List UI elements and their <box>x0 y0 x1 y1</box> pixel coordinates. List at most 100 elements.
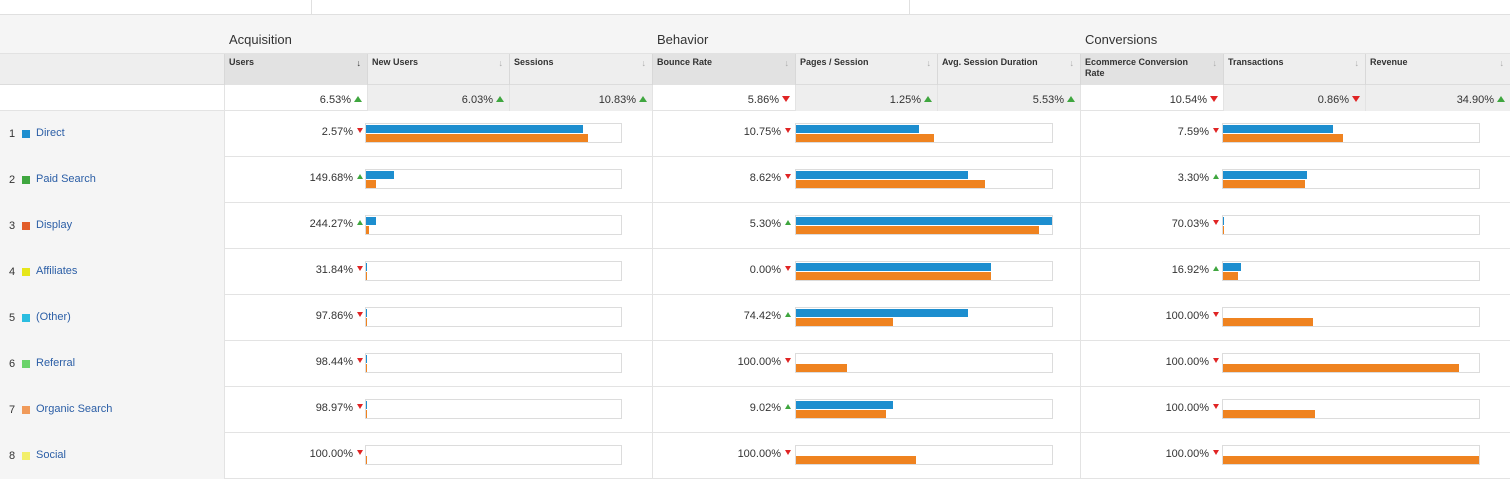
users-cell: 98.44% <box>224 341 365 387</box>
metric-header-ecommerce-conversion-rate[interactable]: Ecommerce Conversion Rate ↓ <box>1080 54 1223 85</box>
summary-value: 10.83% <box>598 94 636 106</box>
row-dimension-cell: 7 Organic Search <box>0 387 224 433</box>
trend-up-icon <box>1213 174 1219 179</box>
summary-cell: 0.86% <box>1223 85 1365 111</box>
conv-value: 70.03% <box>1171 218 1209 230</box>
summary-value: 10.54% <box>1169 94 1207 106</box>
bar-current-period <box>1223 125 1333 133</box>
users-bar-chart <box>365 215 622 235</box>
channel-link[interactable]: (Other) <box>36 311 71 323</box>
trend-up-icon <box>357 220 363 225</box>
bounce-cell: 10.75% <box>652 111 793 157</box>
group-behavior-label: Behavior <box>657 32 709 47</box>
users-value: 98.97% <box>315 402 353 414</box>
sort-icon[interactable]: ↓ <box>785 58 790 69</box>
bounce-value: 10.75% <box>743 126 781 138</box>
trans-bar-chart <box>1222 445 1480 465</box>
users-cell: 244.27% <box>224 203 365 249</box>
bounce-value: 8.62% <box>749 172 781 184</box>
metric-header-avg-session-duration[interactable]: Avg. Session Duration ↓ <box>937 54 1080 85</box>
metric-header-users[interactable]: Users ↓ <box>224 54 367 85</box>
bar-previous-period <box>1223 410 1315 418</box>
metric-header-label: Ecommerce Conversion Rate <box>1085 57 1189 78</box>
conv-cell: 16.92% <box>1080 249 1221 295</box>
row-dimension-cell: 1 Direct <box>0 111 224 157</box>
metric-header-row: Users ↓ New Users ↓ Sessions ↓ Bounce Ra… <box>0 54 1510 85</box>
sort-icon[interactable]: ↓ <box>642 58 647 69</box>
channel-link[interactable]: Direct <box>36 127 65 139</box>
users-cell: 98.97% <box>224 387 365 433</box>
trend-down-icon <box>785 358 791 363</box>
analytics-report: Acquisition Behavior Conversions Users ↓… <box>0 0 1510 487</box>
sort-icon[interactable]: ↓ <box>499 58 504 69</box>
sort-desc-icon[interactable]: ↓ <box>357 58 362 69</box>
metric-header-transactions[interactable]: Transactions ↓ <box>1223 54 1365 85</box>
bar-previous-period <box>366 364 367 372</box>
metric-header-bounce-rate[interactable]: Bounce Rate ↓ <box>652 54 795 85</box>
bar-previous-period <box>796 318 893 326</box>
users-cell: 31.84% <box>224 249 365 295</box>
sort-icon[interactable]: ↓ <box>1500 58 1505 69</box>
bounce-cell: 74.42% <box>652 295 793 341</box>
bounce-value: 5.30% <box>749 218 781 230</box>
channel-link[interactable]: Paid Search <box>36 173 96 185</box>
bounce-cell: 8.62% <box>652 157 793 203</box>
trans-bar-chart <box>1222 123 1480 143</box>
conv-cell: 7.59% <box>1080 111 1221 157</box>
metric-header-new-users[interactable]: New Users ↓ <box>367 54 509 85</box>
table-row: 4 Affiliates 31.84% 0.00% 16.92% <box>0 249 1510 295</box>
row-dimension-cell: 4 Affiliates <box>0 249 224 295</box>
series-color-swatch <box>22 176 30 184</box>
table-row: 8 Social 100.00% 100.00% 100.00% <box>0 433 1510 479</box>
metric-header-sessions[interactable]: Sessions ↓ <box>509 54 652 85</box>
bar-previous-period <box>796 456 916 464</box>
trend-down-icon <box>785 174 791 179</box>
metric-header-label: Pages / Session <box>800 57 869 67</box>
bar-current-period <box>1223 263 1241 271</box>
metric-header-label: Sessions <box>514 57 554 67</box>
trans-bar-chart <box>1222 353 1480 373</box>
trend-down-icon <box>1352 96 1360 102</box>
channel-link[interactable]: Affiliates <box>36 265 77 277</box>
sort-icon[interactable]: ↓ <box>1355 58 1360 69</box>
pages-bar-chart <box>795 353 1053 373</box>
row-dimension-cell: 6 Referral <box>0 341 224 387</box>
users-value: 2.57% <box>321 126 353 138</box>
bounce-cell: 100.00% <box>652 433 793 479</box>
channel-link[interactable]: Organic Search <box>36 403 112 415</box>
channel-link[interactable]: Display <box>36 219 72 231</box>
metric-header-pages-session[interactable]: Pages / Session ↓ <box>795 54 937 85</box>
trend-down-icon <box>1213 220 1219 225</box>
bar-current-period <box>366 171 394 179</box>
metric-header-revenue[interactable]: Revenue ↓ <box>1365 54 1510 85</box>
series-color-swatch <box>22 406 30 414</box>
summary-value: 34.90% <box>1456 94 1494 106</box>
bar-previous-period <box>796 134 934 142</box>
bar-current-period <box>366 355 367 363</box>
conv-cell: 100.00% <box>1080 387 1221 433</box>
users-bar-chart <box>365 307 622 327</box>
metric-header-label: New Users <box>372 57 419 67</box>
sort-icon[interactable]: ↓ <box>927 58 932 69</box>
bar-previous-period <box>796 272 991 280</box>
sort-icon[interactable]: ↓ <box>1070 58 1075 69</box>
trend-down-icon <box>357 450 363 455</box>
bar-previous-period <box>796 226 1039 234</box>
channel-link[interactable]: Social <box>36 449 66 461</box>
bar-current-period <box>796 125 919 133</box>
table-row: 6 Referral 98.44% 100.00% 100.00% <box>0 341 1510 387</box>
series-color-swatch <box>22 130 30 138</box>
row-number: 4 <box>9 266 16 278</box>
trend-down-icon <box>357 266 363 271</box>
pages-bar-chart <box>795 307 1053 327</box>
top-strip <box>0 0 1510 15</box>
metric-header-label: Revenue <box>1370 57 1408 67</box>
bar-current-period <box>366 125 583 133</box>
sort-icon[interactable]: ↓ <box>1213 58 1218 69</box>
table-row: 1 Direct 2.57% 10.75% 7.59% <box>0 111 1510 157</box>
bar-current-period <box>1223 217 1224 225</box>
channel-link[interactable]: Referral <box>36 357 75 369</box>
summary-value: 5.53% <box>1032 94 1064 106</box>
conv-cell: 100.00% <box>1080 341 1221 387</box>
bounce-cell: 9.02% <box>652 387 793 433</box>
